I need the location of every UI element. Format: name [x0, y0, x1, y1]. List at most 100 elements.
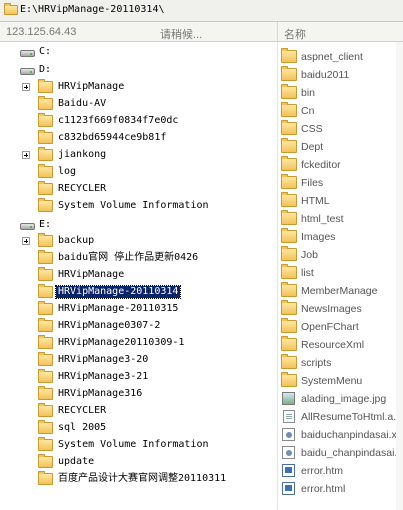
tree-item-label: HRVipManage-20110314 [54, 285, 182, 299]
folder-icon [38, 386, 53, 400]
folder-icon [281, 318, 297, 333]
file-list-label: Job [301, 249, 318, 261]
file-list-label: baidu2011 [301, 69, 350, 81]
file-list-label: baidu_chanpindasai... [301, 447, 403, 459]
folder-icon [281, 354, 297, 369]
column-separator[interactable] [277, 22, 278, 42]
tree-item-label: HRVipManage316 [58, 388, 143, 399]
folder-icon [281, 372, 297, 387]
expand-plus-icon[interactable] [22, 83, 30, 91]
drive-icon [20, 223, 35, 230]
file-list-label: error.htm [301, 465, 344, 477]
folder-icon [38, 164, 53, 178]
tree-item-label: HRVipManage3-21 [58, 371, 149, 382]
folder-icon [38, 403, 53, 417]
tree-item-label: baidu官网 停止作品更新0426 [58, 252, 199, 263]
file-list-label: error.html [301, 483, 346, 495]
tree-item-label: jiankong [58, 149, 107, 160]
folder-icon [38, 181, 53, 195]
folder-icon [281, 66, 297, 81]
name-column-header[interactable]: 名称 [284, 26, 306, 42]
file-list-label: html_test [301, 213, 344, 225]
folder-icon [38, 318, 53, 332]
file-list-scrollbar[interactable] [396, 42, 403, 510]
file-list-label: SystemMenu [301, 375, 363, 387]
file-list-label: OpenFChart [301, 321, 359, 333]
tree-item-label: E: [39, 219, 52, 230]
folder-icon [38, 113, 53, 127]
drive-icon [20, 50, 35, 57]
tree-item-label: HRVipManage [58, 269, 125, 280]
tree-item-label: log [58, 166, 77, 177]
file-list-label: scripts [301, 357, 332, 369]
drive-icon [20, 68, 35, 75]
expand-plus-icon[interactable] [22, 237, 30, 245]
folder-icon [281, 48, 297, 63]
tree-item-label: HRVipManage3-20 [58, 354, 149, 365]
tree-item-label: c832bd65944ce9b81f [58, 132, 167, 143]
folder-icon [281, 300, 297, 315]
folder-icon [281, 246, 297, 261]
folder-icon [281, 120, 297, 135]
folder-icon [281, 264, 297, 279]
html-file-icon [282, 482, 295, 495]
file-list-label: Dept [301, 141, 324, 153]
folder-icon [38, 420, 53, 434]
file-list-label: aspnet_client [301, 51, 363, 63]
tree-item-label: HRVipManage0307-2 [58, 320, 161, 331]
tree-item-label: update [58, 456, 95, 467]
folder-icon [38, 198, 53, 212]
file-list-label: HTML [301, 195, 330, 207]
folder-icon [281, 138, 297, 153]
tree-item-label: c1123f669f0834f7e0dc [58, 115, 179, 126]
html-file-icon [282, 464, 295, 477]
server-ip: 123.125.64.43 [6, 26, 77, 38]
folder-icon [38, 335, 53, 349]
tree-item-label: HRVipManage [58, 81, 125, 92]
tree-item-label: sql 2005 [58, 422, 107, 433]
pane-divider[interactable] [277, 42, 278, 510]
tree-item-label: backup [58, 235, 95, 246]
tree-item-label: System Volume Information [58, 200, 209, 211]
folder-icon [38, 267, 53, 281]
folder-icon [38, 301, 53, 315]
folder-icon [38, 250, 53, 264]
folder-icon [281, 282, 297, 297]
tree-item-label: RECYCLER [58, 183, 107, 194]
folder-icon [38, 437, 53, 451]
file-list-label: AllResumeToHtml.a... [301, 411, 402, 423]
folder-icon [38, 96, 53, 110]
folder-icon [281, 84, 297, 99]
folder-icon [38, 369, 53, 383]
image-file-icon [282, 392, 295, 405]
config-file-icon [282, 428, 295, 441]
tree-item-label: C: [39, 46, 52, 57]
file-list-label: Files [301, 177, 324, 189]
folder-icon [281, 228, 297, 243]
folder-icon [38, 454, 53, 468]
file-list-label: MemberManage [301, 285, 378, 297]
folder-icon [38, 284, 53, 298]
document-file-icon [283, 410, 295, 423]
tree-item-label: RECYCLER [58, 405, 107, 416]
file-list-label: Images [301, 231, 336, 243]
tree-item-label: HRVipManage20110309-1 [58, 337, 185, 348]
path-bar: E:\HRVipManage-20110314\ [0, 0, 403, 22]
tree-item-label: 百度产品设计大赛官网调整20110311 [58, 473, 227, 484]
expand-plus-icon[interactable] [22, 151, 30, 159]
file-list-label: ResourceXml [301, 339, 365, 351]
tree-item-label: Baidu-AV [58, 98, 107, 109]
folder-icon [38, 130, 53, 144]
current-path: E:\HRVipManage-20110314\ [20, 4, 165, 15]
loading-status: 请稍候... [160, 29, 203, 41]
tree-item-label: System Volume Information [58, 439, 209, 450]
folder-icon [281, 102, 297, 117]
config-file-icon [282, 446, 295, 459]
folder-icon [38, 471, 53, 485]
folder-icon [281, 336, 297, 351]
file-list-label: Cn [301, 105, 315, 117]
file-list-label: alading_image.jpg [301, 393, 387, 405]
folder-icon [281, 156, 297, 171]
file-list-label: fckeditor [301, 159, 341, 171]
folder-icon [4, 3, 18, 15]
